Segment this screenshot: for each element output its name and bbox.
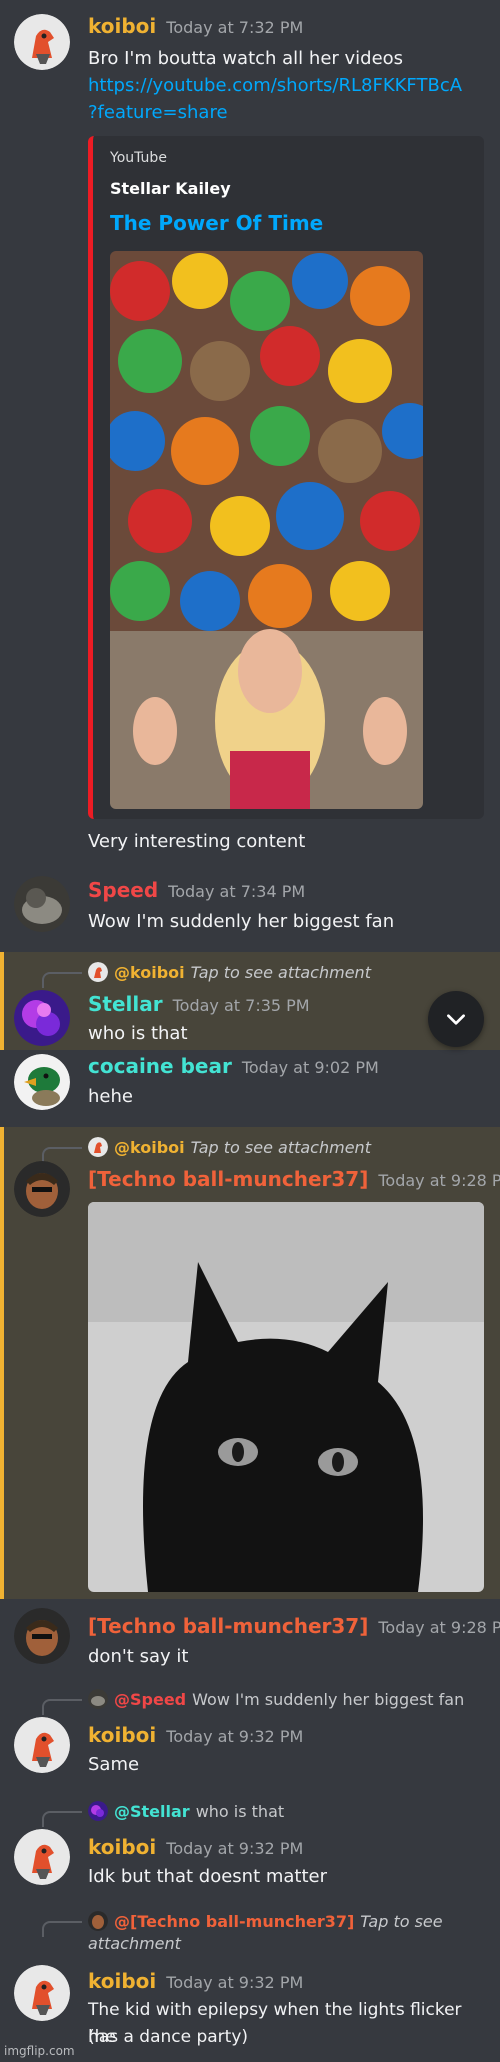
youtube-embed: YouTube Stellar Kailey The Power Of Time — [88, 136, 484, 819]
message-text: Bro I'm boutta watch all her videos — [88, 48, 404, 69]
author-name[interactable]: cocaine bear — [88, 1054, 232, 1078]
message-text: Idk but that doesnt matter — [88, 1866, 328, 1887]
author-name[interactable]: koiboi — [88, 1969, 156, 1993]
watermark: imgflip.com — [4, 2044, 75, 2058]
reply-spine — [42, 1147, 82, 1163]
reply-author: @Stellar — [114, 1801, 190, 1821]
message-text: Same — [88, 1754, 140, 1775]
timestamp: Today at 9:02 PM — [241, 1058, 379, 1077]
embed-title[interactable]: The Power Of Time — [110, 211, 323, 235]
avatar-cocaine-bear[interactable] — [14, 1054, 70, 1110]
timestamp: Today at 9:32 PM — [166, 1727, 304, 1746]
reply-avatar — [88, 962, 108, 982]
reply-spine — [42, 972, 82, 988]
author-name[interactable]: koiboi — [88, 14, 156, 38]
avatar-speed[interactable] — [14, 876, 70, 932]
cat-image — [88, 1202, 484, 1592]
author-name[interactable]: Stellar — [88, 992, 163, 1016]
thumbnail-image — [110, 251, 423, 809]
timestamp: Today at 9:32 PM — [166, 1839, 304, 1858]
reply-spine — [42, 1699, 82, 1715]
reply-author: @Speed — [114, 1689, 187, 1709]
message-koiboi-4: @[Techno ball-muncher37] Tap to see atta… — [0, 1907, 500, 2047]
message-text-continued: has a dance party) — [88, 2027, 249, 2047]
avatar-koiboi[interactable] — [14, 1717, 70, 1773]
message-koiboi-3: @Stellar who is that koiboi Today at 9:32… — [0, 1797, 500, 1905]
timestamp: Today at 7:32 PM — [166, 18, 304, 37]
message-techno: [Techno ball-muncher37]Today at 9:28 PM … — [0, 1600, 500, 1672]
reply-author: @koiboi — [114, 962, 185, 982]
author-name[interactable]: [Techno ball-muncher37] — [88, 1167, 368, 1191]
reply-avatar — [88, 1911, 108, 1931]
youtube-link[interactable]: https://youtube.com/shorts/RL8FKKFTBcA — [88, 72, 488, 99]
reply-avatar — [88, 1801, 108, 1821]
author-name[interactable]: koiboi — [88, 1723, 156, 1747]
embed-provider[interactable]: YouTube — [110, 150, 167, 166]
reply-avatar — [88, 1137, 108, 1157]
reply-avatar — [88, 1689, 108, 1709]
message-stellar: @koiboi Tap to see attachment Stellar Tod… — [0, 952, 500, 1050]
message-cocaine-bear: cocaine bear Today at 9:02 PM hehe — [0, 1050, 500, 1128]
timestamp: Today at 9:32 PM — [166, 1973, 304, 1992]
message-text-after-embed: Very interesting content — [88, 831, 306, 852]
message-koiboi-1: koiboi Today at 7:32 PM Bro I'm boutta wa… — [0, 0, 500, 870]
reply-preview[interactable]: @[Techno ball-muncher37] Tap to see — [88, 1911, 443, 1931]
reply-content: Tap to see attachment — [190, 962, 371, 982]
avatar-koiboi[interactable] — [14, 1829, 70, 1885]
message-speed: Speed Today at 7:34 PM Wow I'm suddenly h… — [0, 870, 500, 950]
reply-spine — [42, 1921, 82, 1937]
reply-author: @[Techno ball-muncher37] — [114, 1911, 355, 1931]
reply-preview[interactable]: @koiboi Tap to see attachment — [88, 962, 371, 982]
avatar-techno[interactable] — [14, 1608, 70, 1664]
avatar-stellar[interactable] — [14, 990, 70, 1046]
reply-preview[interactable]: @koiboi Tap to see attachment — [88, 1137, 371, 1157]
avatar-koiboi[interactable] — [14, 1965, 70, 2021]
avatar-koiboi[interactable] — [14, 14, 70, 70]
avatar-techno[interactable] — [14, 1161, 70, 1217]
reply-content: Tap to see — [360, 1911, 443, 1931]
message-text: don't say it — [88, 1646, 189, 1667]
message-text: Wow I'm suddenly her biggest fan — [88, 911, 395, 932]
chevron-down-icon — [447, 1014, 465, 1025]
scroll-to-bottom-button[interactable] — [428, 991, 484, 1047]
author-name[interactable]: Speed — [88, 878, 158, 902]
embed-author[interactable]: Stellar Kailey — [110, 179, 231, 198]
reply-content: Wow I'm suddenly her biggest fan — [192, 1689, 465, 1709]
reply-preview[interactable]: @Speed Wow I'm suddenly her biggest fan — [88, 1689, 464, 1709]
reply-content-continued: attachment — [88, 1934, 181, 1953]
reply-spine — [42, 1811, 82, 1827]
message-techno-attachment: @koiboi Tap to see attachment [Techno ba… — [0, 1127, 500, 1599]
message-text: hehe — [88, 1086, 133, 1107]
reply-content: who is that — [195, 1801, 285, 1821]
reply-preview[interactable]: @Stellar who is that — [88, 1801, 284, 1821]
timestamp: Today at 7:35 PM — [172, 996, 310, 1015]
timestamp: Today at 7:34 PM — [168, 882, 306, 901]
timestamp: Today at 9:28 PM — [378, 1171, 500, 1190]
message-koiboi-2: @Speed Wow I'm suddenly her biggest fan … — [0, 1685, 500, 1793]
reply-content: Tap to see attachment — [190, 1137, 371, 1157]
reply-author: @koiboi — [114, 1137, 185, 1157]
author-name[interactable]: koiboi — [88, 1835, 156, 1859]
timestamp: Today at 9:28 PM — [378, 1618, 500, 1637]
youtube-link-continued[interactable]: ?feature=share — [88, 99, 488, 126]
image-attachment[interactable] — [88, 1202, 484, 1592]
video-thumbnail[interactable] — [110, 251, 423, 809]
author-name[interactable]: [Techno ball-muncher37] — [88, 1614, 368, 1638]
